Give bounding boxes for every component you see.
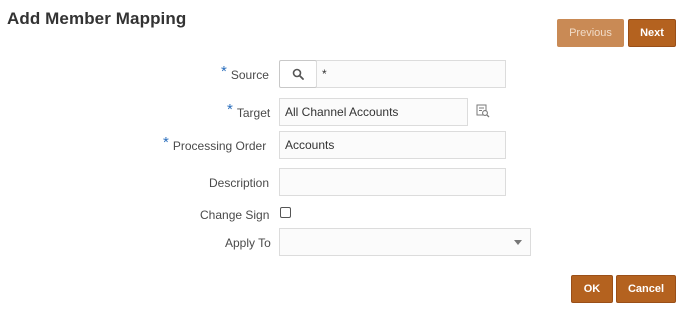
cancel-button[interactable]: Cancel <box>616 275 676 303</box>
chevron-down-icon <box>514 240 522 245</box>
source-label: * Source <box>221 63 269 83</box>
member-selector-icon[interactable] <box>476 104 490 118</box>
next-button[interactable]: Next <box>628 19 676 47</box>
target-label: * Target <box>227 101 271 121</box>
required-marker: * <box>227 101 233 118</box>
processing-order-label-text: Processing Order <box>172 139 267 153</box>
dialog-title: Add Member Mapping <box>7 9 187 28</box>
ok-button[interactable]: OK <box>571 275 613 303</box>
source-input[interactable]: * <box>316 60 506 88</box>
apply-to-label: Apply To <box>225 236 271 250</box>
source-label-text: Source <box>230 68 269 82</box>
processing-order-label: * Processing Order <box>163 134 267 154</box>
target-input[interactable]: All Channel Accounts <box>279 98 468 126</box>
description-input[interactable] <box>279 168 506 196</box>
change-sign-checkbox[interactable] <box>280 207 291 218</box>
description-label: Description <box>209 176 270 190</box>
add-member-mapping-dialog: Add Member Mapping Previous Next * Source… <box>0 0 681 315</box>
search-icon <box>292 68 304 80</box>
target-label-text: Target <box>236 106 271 120</box>
processing-order-input[interactable]: Accounts <box>279 131 506 159</box>
required-marker: * <box>221 63 227 80</box>
source-search-button[interactable] <box>279 60 317 88</box>
required-marker: * <box>163 134 169 151</box>
change-sign-label: Change Sign <box>200 208 270 222</box>
previous-button[interactable]: Previous <box>557 19 624 47</box>
apply-to-select[interactable] <box>279 228 531 256</box>
